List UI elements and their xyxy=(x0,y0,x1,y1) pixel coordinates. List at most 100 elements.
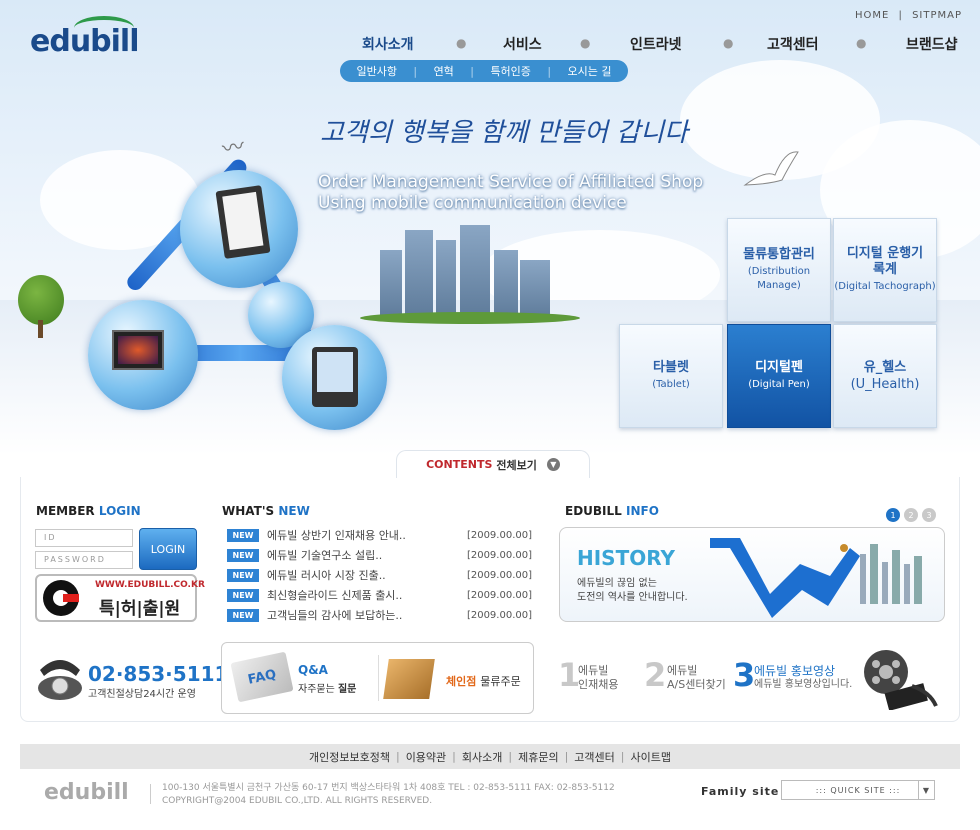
member-login-title: MEMBER LOGIN xyxy=(36,504,141,518)
subnav-directions[interactable]: 오시는 길 xyxy=(568,63,612,79)
seagull-icon xyxy=(740,150,800,186)
whats-new-title: WHAT'S NEW xyxy=(222,504,310,518)
info-promo-video[interactable]: 에듀빌 홍보영상 에듀빌 홍보영상입니다. xyxy=(754,664,852,692)
globe-pda xyxy=(282,325,387,430)
divider xyxy=(150,784,151,804)
new-badge: NEW xyxy=(227,608,259,622)
new-badge: NEW xyxy=(227,548,259,562)
tile-subtitle: (Tablet) xyxy=(652,379,690,390)
page-dot-2[interactable]: 2 xyxy=(904,508,918,522)
tile-tachograph[interactable]: 디지털 운행기록계 (Digital Tachograph) xyxy=(833,218,937,322)
subnav-general[interactable]: 일반사항 xyxy=(356,63,396,79)
history-line2: 도전의 역사를 안내합니다. xyxy=(577,592,688,603)
news-title[interactable]: 고객님들의 감사에 보답하는.. xyxy=(267,607,467,623)
sitemap-link[interactable]: SITPMAP xyxy=(912,10,962,21)
qa-subtitle[interactable]: 자주묻는 질문 xyxy=(298,680,356,695)
family-site-label: Family site xyxy=(701,785,780,798)
footer-privacy[interactable]: 개인정보보호정책 xyxy=(309,749,390,765)
top-links: HOME | SITPMAP xyxy=(855,10,962,21)
hero-subtitle-line2: Using mobile communication device xyxy=(318,193,627,213)
address-line: 100-130 서울특별시 금천구 가산동 60-17 번지 백상스타타워 1차… xyxy=(162,783,615,793)
tile-distribution[interactable]: 물류통합관리 (Distribution Manage) xyxy=(727,218,831,322)
footer-about[interactable]: 회사소개 xyxy=(462,749,502,765)
growth-arrow-icon xyxy=(710,538,922,618)
gnb-brandshop[interactable]: 브랜드샵 xyxy=(906,34,958,54)
phone-number: 02·853·5111 xyxy=(88,662,229,686)
qa-sub-text: 자주묻는 xyxy=(298,684,338,695)
view-all-label: 전체보기 xyxy=(496,458,537,472)
info-line2: A/S센터찾기 xyxy=(667,678,726,691)
gnb-intranet[interactable]: 인트라넷 xyxy=(630,34,682,54)
tile-subtitle: (Digital Tachograph) xyxy=(834,281,936,292)
news-item[interactable]: NEW 에듀빌 러시아 시장 진출.. [2009.00.00] xyxy=(227,565,532,585)
id-input[interactable]: ID xyxy=(35,529,133,547)
logo[interactable]: edubill xyxy=(30,16,140,59)
news-title[interactable]: 최신형슬라이드 신제품 출시.. xyxy=(267,587,467,603)
gnb-dot: ● xyxy=(580,36,591,50)
news-date: [2009.00.00] xyxy=(466,609,532,621)
info-number-3: 3 xyxy=(733,656,756,694)
news-title[interactable]: 에듀빌 상반기 인재채용 안내.. xyxy=(267,527,467,543)
patent-logo-icon xyxy=(43,580,79,616)
grass xyxy=(360,312,580,324)
news-item[interactable]: NEW 최신형슬라이드 신제품 출시.. [2009.00.00] xyxy=(227,585,532,605)
hero-subtitle-line1: Order Management Service of Affiliated S… xyxy=(318,172,704,192)
chevron-down-icon[interactable]: ▼ xyxy=(918,781,934,799)
info-as-center[interactable]: 에듀빌 A/S센터찾기 xyxy=(667,664,726,692)
gnb-dot: ● xyxy=(456,36,467,50)
telephone-icon xyxy=(36,650,84,702)
qa-box: FAQ Q&A 자주묻는 질문 체인점 물류주문 xyxy=(221,642,534,714)
gnb-customer[interactable]: 고객센터 xyxy=(767,34,819,54)
info-line1: 에듀빌 xyxy=(578,664,609,677)
tree xyxy=(18,275,64,325)
hero-subtitle: Order Management Service of Affiliated S… xyxy=(318,172,703,214)
page-dot-1[interactable]: 1 xyxy=(886,508,900,522)
separator: | xyxy=(898,10,903,21)
quick-site-select[interactable]: ::: QUICK SITE ::: ▼ xyxy=(781,780,935,800)
edubill-info-title: EDUBILL INFO xyxy=(565,504,659,518)
news-item[interactable]: NEW 고객님들의 감사에 보답하는.. [2009.00.00] xyxy=(227,605,532,625)
footer-partnership[interactable]: 제휴문의 xyxy=(518,749,558,765)
info-line1: 에듀빌 xyxy=(667,664,698,677)
news-item[interactable]: NEW 에듀빌 기술연구소 설립.. [2009.00.00] xyxy=(227,545,532,565)
contents-view-all-tab[interactable]: CONTENTS 전체보기 ▼ xyxy=(396,450,590,478)
globe-monitor xyxy=(88,300,198,410)
patent-banner[interactable]: WWW.EDUBILL.CO.KR 특|허|출|원 xyxy=(35,574,205,622)
gnb-company[interactable]: 회사소개 xyxy=(362,34,414,54)
home-link[interactable]: HOME xyxy=(855,10,889,21)
shop-order-link[interactable]: 체인점 물류주문 xyxy=(446,673,521,689)
news-title[interactable]: 에듀빌 러시아 시장 진출.. xyxy=(267,567,467,583)
film-reel-icon xyxy=(856,646,940,711)
title-part: MEMBER xyxy=(36,504,95,518)
qa-title[interactable]: Q&A xyxy=(298,663,328,677)
login-button[interactable]: LOGIN xyxy=(139,528,197,570)
news-date: [2009.00.00] xyxy=(466,529,532,541)
tile-digital-pen[interactable]: 디지털펜 (Digital Pen) xyxy=(727,324,831,428)
title-highlight: NEW xyxy=(278,504,310,518)
info-recruit[interactable]: 에듀빌 인재채용 xyxy=(578,664,618,692)
title-highlight: LOGIN xyxy=(98,504,141,518)
tile-title: 물류통합관리 xyxy=(743,247,815,262)
footer-sitemap[interactable]: 사이트맵 xyxy=(631,749,671,765)
footer-logo: edubill xyxy=(44,780,129,805)
news-item[interactable]: NEW 에듀빌 상반기 인재채용 안내.. [2009.00.00] xyxy=(227,525,532,545)
gnb-dot: ● xyxy=(723,36,734,50)
footer-support[interactable]: 고객센터 xyxy=(574,749,614,765)
password-input[interactable]: PASSWORD xyxy=(35,551,133,569)
order-label: 물류주문 xyxy=(480,675,521,688)
hero-slogan: 고객의 행복을 함께 만들어 갑니다 xyxy=(320,118,688,148)
news-date: [2009.00.00] xyxy=(466,589,532,601)
tile-tablet[interactable]: 타블렛 (Tablet) xyxy=(619,324,723,428)
history-banner[interactable]: HISTORY 에듀빌의 끊임 없는 도전의 역사를 안내합니다. xyxy=(559,527,945,622)
box-icon xyxy=(383,659,435,699)
tile-subtitle: (Digital Pen) xyxy=(748,379,810,390)
tile-uhealth[interactable]: 유_헬스 (U_Health) xyxy=(833,324,937,428)
page-dot-3[interactable]: 3 xyxy=(922,508,936,522)
sub-navigation: 일반사항 | 연혁 | 특허인증 | 오시는 길 xyxy=(340,60,628,82)
gnb-service[interactable]: 서비스 xyxy=(503,34,542,54)
footer-terms[interactable]: 이용약관 xyxy=(406,749,446,765)
footer-links: 개인정보보호정책 | 이용약관 | 회사소개 | 제휴문의 | 고객센터 | 사이트맵 xyxy=(20,744,960,769)
news-title[interactable]: 에듀빌 기술연구소 설립.. xyxy=(267,547,467,563)
subnav-patent[interactable]: 특허인증 xyxy=(490,63,530,79)
subnav-history[interactable]: 연혁 xyxy=(434,63,454,79)
